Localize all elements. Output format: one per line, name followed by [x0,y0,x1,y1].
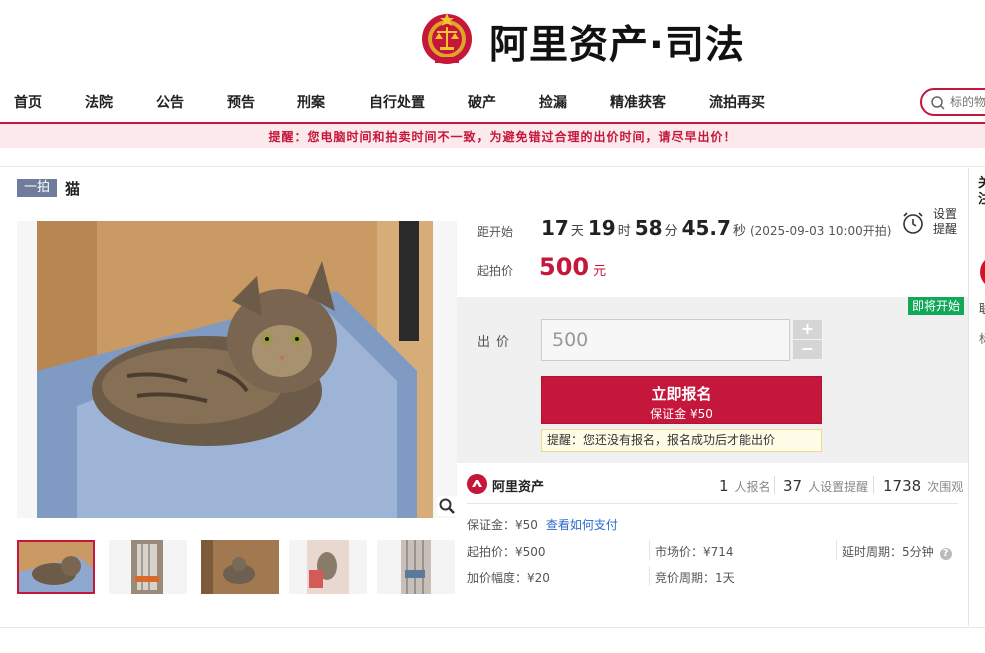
bid-label: 出价 [477,335,516,350]
countdown-days-unit: 天 [570,224,584,239]
thumbnail-cage-image [109,540,187,594]
search-icon[interactable] [930,95,946,111]
divider [873,476,874,494]
nav-item-bargain[interactable]: 捡漏 [539,92,567,112]
start-price-unit: 元 [593,264,607,279]
court-emblem-icon [422,13,472,64]
countdown-label: 距开始 [477,225,514,239]
countdown-minutes: 58 [634,216,663,240]
nav-item-unsold-rebuy[interactable]: 流拍再买 [709,92,765,112]
start-price-label: 起拍价 [477,264,514,278]
nav-item-criminal[interactable]: 刑案 [297,92,325,112]
auction-start-time: (2025-09-03 10:00开拍) [749,224,892,238]
thumbnail-4[interactable] [289,540,367,594]
countdown-hours: 19 [587,216,616,240]
zoom-icon[interactable] [437,496,457,516]
view-count-value: 1738 [883,477,922,495]
how-to-pay-link[interactable]: 查看如何支付 [546,518,618,532]
side-panel: 关注 联 标 [968,168,985,626]
countdown-seconds: 45.7 [681,216,731,240]
thumbnail-5[interactable] [377,540,455,594]
signup-button[interactable]: 立即报名 保证金 ¥50 [541,376,822,424]
side-avatar[interactable] [980,255,985,289]
nav-item-self-disposal[interactable]: 自行处置 [369,92,425,112]
divider [467,503,958,504]
increase-bid-button[interactable]: + [793,320,822,339]
divider [0,627,985,628]
ali-assets-logo-icon [467,474,487,494]
thumbnail-cat-image [19,542,93,592]
reminder-count-value: 37 [783,477,803,495]
nav-item-announcement[interactable]: 公告 [156,92,184,112]
start-price-info: 起拍价：¥500 [467,545,546,559]
deposit-text: 保证金：¥50 [467,518,538,532]
site-header: 阿里资产·司法 [0,0,985,80]
cat-in-basket-image [17,221,457,518]
side-panel-title: 关注 [978,176,985,208]
nav-item-court[interactable]: 法院 [85,92,113,112]
signup-deposit-label: 保证金 ¥50 [650,407,713,421]
side-text-1: 联 [979,300,985,317]
side-text-2: 标 [979,330,985,347]
countdown-hours-unit: 时 [617,224,631,239]
divider [774,476,775,494]
reminder-count-unit: 人设置提醒 [808,480,869,494]
help-icon[interactable]: ? [939,548,952,560]
view-count: 1738 次围观 [883,476,963,495]
thumbnail-holding-cat-image [289,540,367,594]
main-nav: 首页 法院 公告 预告 刑案 自行处置 破产 捡漏 精准获客 流拍再买 [0,80,985,122]
set-reminder-label: 设置提醒 [933,207,958,236]
nav-item-precise-leads[interactable]: 精准获客 [610,92,666,112]
set-reminder-button[interactable]: 设置提醒 [897,205,967,241]
time-warning-text: 提醒：您电脑时间和拍卖时间不一致，为避免错过合理的出价时间，请尽早出价！ [268,130,737,144]
thumbnail-1[interactable] [17,540,95,594]
alarm-clock-icon [903,212,923,234]
delay-period-text: 延时周期：5分钟 [842,545,934,559]
status-badge: 即将开始 [908,297,964,315]
signup-hint: 提醒：您还没有报名，报名成功后才能出价 [541,429,822,452]
divider [836,540,837,560]
divider [649,566,650,586]
decrease-bid-button[interactable]: − [793,340,822,359]
signup-count-unit: 人报名 [734,480,771,494]
nav-item-bankruptcy[interactable]: 破产 [468,92,496,112]
auction-round-tag: 一拍 [17,179,57,197]
main-item-image[interactable] [17,221,457,518]
countdown-seconds-unit: 秒 [732,224,746,239]
market-price-info: 市场价：¥714 [655,545,734,559]
bid-period-info: 竞价周期：1天 [655,571,735,585]
time-warning-bar: 提醒：您电脑时间和拍卖时间不一致，为避免错过合理的出价时间，请尽早出价！ [0,122,985,148]
bid-amount-input[interactable]: 500 [541,319,790,361]
divider [649,540,650,560]
increment-info: 加价幅度：¥20 [467,571,550,585]
divider [0,166,985,167]
site-logo-text[interactable]: 阿里资产·司法 [489,14,745,70]
thumbnail-2[interactable] [109,540,187,594]
thumbnail-3[interactable] [201,540,279,594]
start-price: 500 元 [539,253,606,281]
search-input[interactable] [950,93,985,111]
thumbnail-cat-wood-image [201,540,279,594]
ali-assets-brand: 阿里资产 [492,480,545,495]
view-count-unit: 次围观 [927,480,964,494]
signup-button-label: 立即报名 [651,385,712,403]
delay-period-info: 延时周期：5分钟? [842,543,952,560]
countdown-days: 17 [541,216,569,240]
reminder-count: 37 人设置提醒 [783,476,868,495]
deposit-info: 保证金：¥50 查看如何支付 [467,516,618,533]
signup-count-value: 1 [719,477,729,495]
nav-item-home[interactable]: 首页 [14,92,42,112]
countdown-minutes-unit: 分 [664,224,678,239]
countdown: 17 天 19 时 58 分 45.7 秒 (2025-09-03 10:00开拍) [541,216,891,240]
search-box[interactable] [920,88,985,116]
signup-count: 1 人报名 [719,476,771,495]
thumbnail-cage-2-image [377,540,455,594]
nav-item-preview[interactable]: 预告 [227,92,255,112]
start-price-value: 500 [539,253,590,281]
item-title: 猫 [65,180,81,198]
